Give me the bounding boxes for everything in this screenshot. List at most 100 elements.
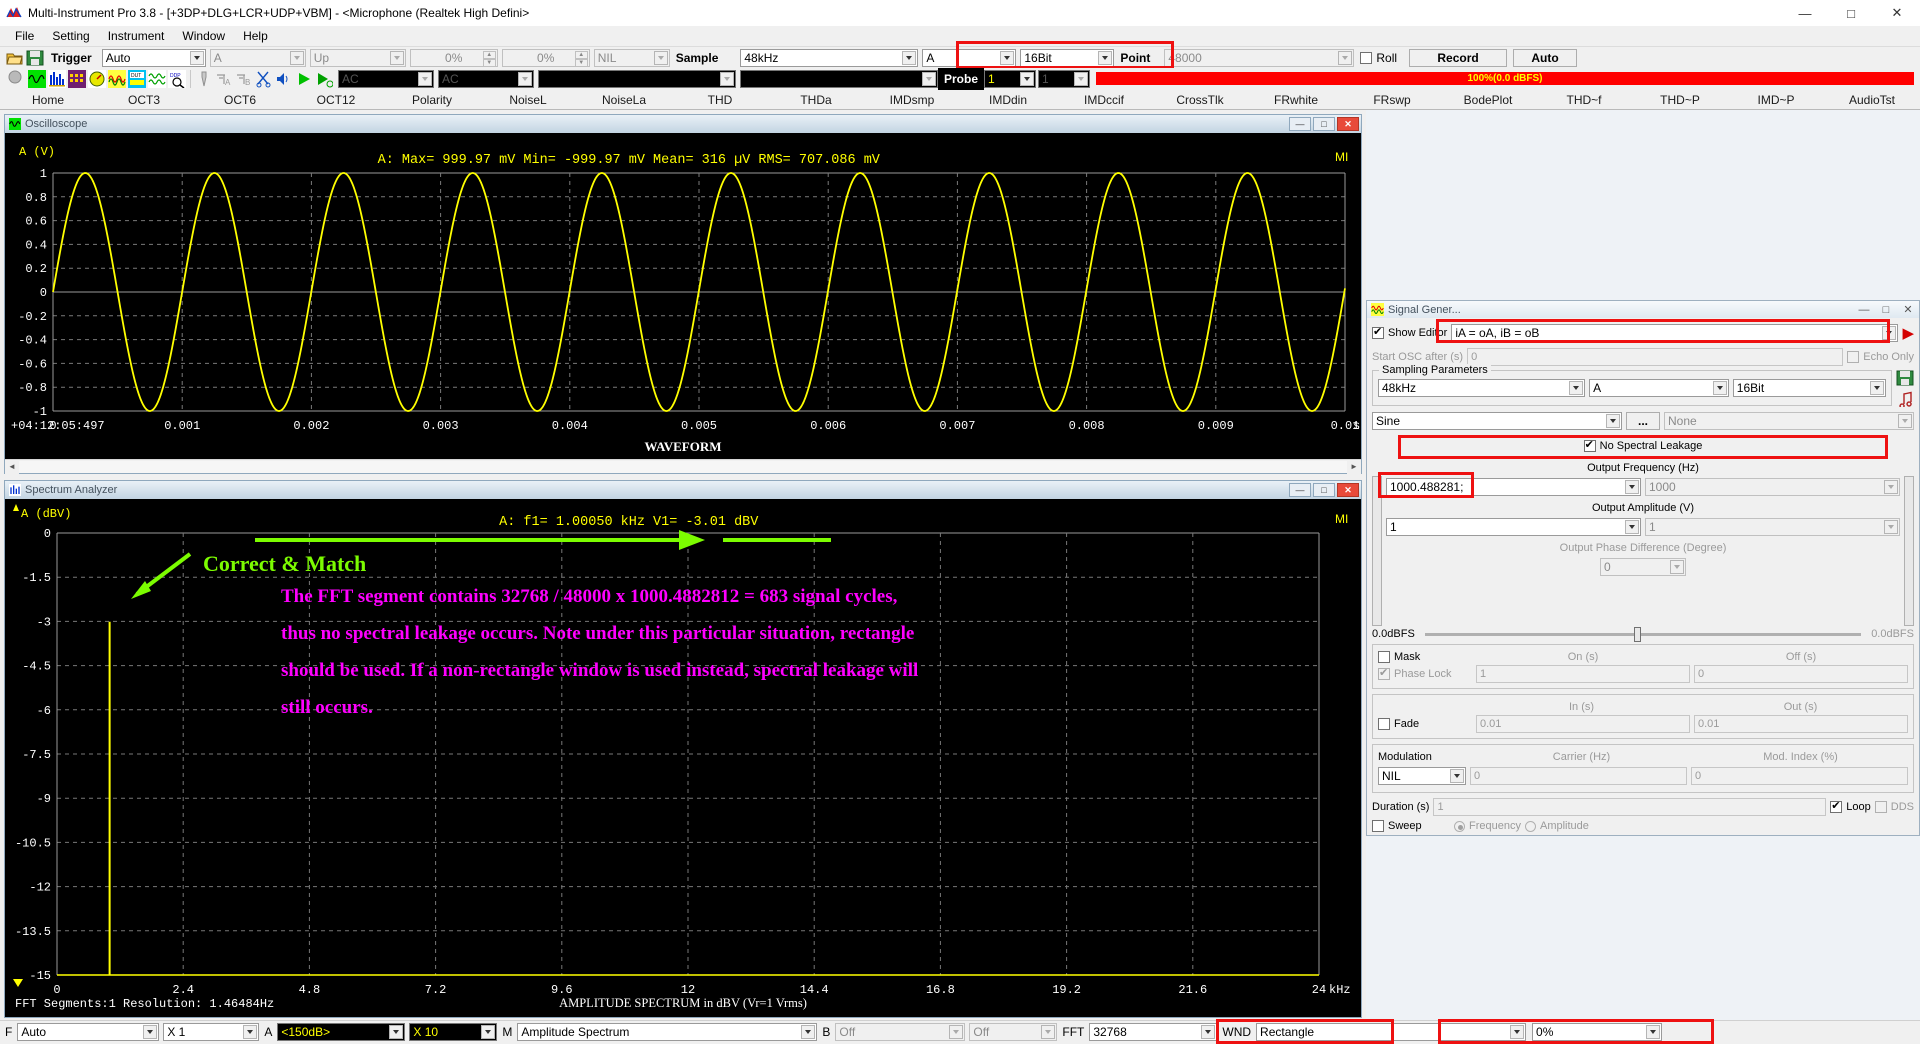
oscilloscope-minimize-button[interactable]: — bbox=[1289, 117, 1311, 131]
chevron-down-icon[interactable] bbox=[390, 51, 404, 65]
probe-icon[interactable] bbox=[195, 70, 213, 88]
chevron-down-icon[interactable] bbox=[1510, 1025, 1524, 1039]
echo-only-checkbox[interactable] bbox=[1847, 351, 1859, 363]
chevron-down-icon[interactable] bbox=[902, 51, 916, 65]
status-fft-select[interactable]: 32768 bbox=[1089, 1023, 1217, 1041]
dds-checkbox[interactable] bbox=[1875, 801, 1887, 813]
chevron-down-icon[interactable] bbox=[1201, 1025, 1215, 1039]
spectrum-plot[interactable]: A: f1= 1.00050 kHz V1= -3.01 dBVA (dBV)M… bbox=[5, 499, 1361, 1017]
waveform-file-select[interactable]: None bbox=[1664, 412, 1914, 430]
tab-audiotst[interactable]: AudioTst bbox=[1824, 90, 1920, 110]
fade-checkbox[interactable] bbox=[1378, 718, 1390, 730]
chevron-down-icon[interactable] bbox=[1713, 381, 1727, 395]
input-a-select[interactable] bbox=[538, 70, 736, 88]
point-select[interactable]: 48000 bbox=[1164, 49, 1354, 67]
chevron-down-icon[interactable] bbox=[1606, 414, 1620, 428]
chevron-down-icon[interactable] bbox=[1041, 1025, 1055, 1039]
radio-icon[interactable] bbox=[1454, 821, 1465, 832]
spectrum-restore-button[interactable]: □ bbox=[1313, 483, 1335, 497]
oscilloscope-plot[interactable]: A: Max= 999.97 mV Min= -999.97 mV Mean= … bbox=[5, 133, 1361, 459]
start-osc-input[interactable]: 0 bbox=[1467, 348, 1843, 366]
duration-input[interactable]: 1 bbox=[1433, 798, 1826, 816]
chevron-down-icon[interactable] bbox=[1882, 326, 1896, 340]
trigger-delay-stepper[interactable]: 0% ▲▼ bbox=[502, 49, 590, 67]
music-note-icon[interactable] bbox=[1896, 391, 1914, 410]
tab-oct12[interactable]: OCT12 bbox=[288, 90, 384, 110]
output-phase-select[interactable]: 0 bbox=[1600, 558, 1686, 576]
chevron-down-icon[interactable] bbox=[949, 1025, 963, 1039]
sweep-amplitude-radio[interactable]: Amplitude bbox=[1525, 820, 1589, 832]
fade-in-input[interactable]: 0.01 bbox=[1476, 715, 1690, 733]
tab-bodeplot[interactable]: BodePlot bbox=[1440, 90, 1536, 110]
output-level-slider-left[interactable] bbox=[1372, 476, 1382, 626]
output-frequency-b-select[interactable]: 1000 bbox=[1645, 478, 1900, 496]
chevron-down-icon[interactable] bbox=[190, 51, 204, 65]
chevron-down-icon[interactable] bbox=[801, 1025, 815, 1039]
chevron-down-icon[interactable] bbox=[290, 51, 304, 65]
spinner-arrows-icon[interactable]: ▲▼ bbox=[575, 51, 588, 65]
scroll-left-icon[interactable]: ◄ bbox=[5, 460, 19, 474]
sg-close-button[interactable]: ✕ bbox=[1897, 303, 1919, 316]
close-button[interactable]: ✕ bbox=[1874, 0, 1920, 26]
status-a-select[interactable]: <150dB> bbox=[277, 1023, 405, 1041]
chevron-down-icon[interactable] bbox=[1884, 480, 1898, 494]
roll-checkbox[interactable]: Roll bbox=[1354, 47, 1403, 68]
chevron-down-icon[interactable] bbox=[418, 72, 432, 86]
chevron-down-icon[interactable] bbox=[1870, 381, 1884, 395]
waveform-browse-button[interactable]: ... bbox=[1626, 412, 1660, 430]
trigger-channel-select[interactable]: A bbox=[210, 49, 306, 67]
status-wnd-select[interactable]: Rectangle bbox=[1256, 1023, 1526, 1041]
routing-select[interactable]: iA = oA, iB = oB bbox=[1451, 324, 1898, 342]
output-level-slider-right[interactable] bbox=[1904, 476, 1914, 626]
tab-imddin[interactable]: IMDdin bbox=[960, 90, 1056, 110]
menu-file[interactable]: File bbox=[6, 26, 43, 46]
play-triangle-icon[interactable]: ▶ bbox=[1902, 326, 1914, 341]
output-amplitude-b-select[interactable]: 1 bbox=[1645, 518, 1900, 536]
oscilloscope-icon[interactable] bbox=[28, 70, 46, 88]
sweep-checkbox[interactable] bbox=[1372, 820, 1384, 832]
tab-oct6[interactable]: OCT6 bbox=[192, 90, 288, 110]
menu-instrument[interactable]: Instrument bbox=[99, 26, 174, 46]
status-b2-select[interactable]: Off bbox=[969, 1023, 1057, 1041]
play-icon[interactable] bbox=[295, 70, 313, 88]
tab-noisela[interactable]: NoiseLa bbox=[576, 90, 672, 110]
checkbox-icon[interactable] bbox=[1360, 52, 1372, 64]
chevron-down-icon[interactable] bbox=[1670, 560, 1684, 574]
open-folder-icon[interactable] bbox=[6, 49, 24, 67]
waveform-select[interactable]: Sine bbox=[1372, 412, 1622, 430]
ground-b-icon[interactable]: B bbox=[235, 70, 253, 88]
chevron-down-icon[interactable] bbox=[389, 1025, 403, 1039]
scroll-right-icon[interactable]: ► bbox=[1347, 460, 1361, 474]
tab-home[interactable]: Home bbox=[0, 90, 96, 110]
chevron-down-icon[interactable] bbox=[1569, 381, 1583, 395]
record-dot-icon[interactable] bbox=[8, 70, 26, 88]
phase-lock-off-input[interactable]: 0 bbox=[1694, 665, 1908, 683]
save-disk-icon[interactable] bbox=[26, 49, 44, 67]
chevron-down-icon[interactable] bbox=[1020, 72, 1034, 86]
record-button[interactable]: Record bbox=[1409, 49, 1507, 67]
maximize-button[interactable]: □ bbox=[1828, 0, 1874, 26]
show-editor-checkbox[interactable] bbox=[1372, 327, 1384, 339]
chevron-down-icon[interactable] bbox=[1000, 51, 1014, 65]
chevron-down-icon[interactable] bbox=[1625, 480, 1639, 494]
coupling-a-select[interactable]: AC bbox=[338, 70, 434, 88]
tab-frswp[interactable]: FRswp bbox=[1344, 90, 1440, 110]
sg-sampling-rate-select[interactable]: 48kHz bbox=[1378, 379, 1585, 397]
trigger-filter-select[interactable]: NIL bbox=[594, 49, 670, 67]
menu-help[interactable]: Help bbox=[234, 26, 277, 46]
tab-thd[interactable]: THD bbox=[672, 90, 768, 110]
status-x-select[interactable]: X 1 bbox=[163, 1023, 259, 1041]
sweep-frequency-radio[interactable]: Frequency bbox=[1454, 820, 1521, 832]
signal-generator-icon[interactable] bbox=[108, 70, 126, 88]
tab-thd-f[interactable]: THD~f bbox=[1536, 90, 1632, 110]
chevron-down-icon[interactable] bbox=[922, 72, 936, 86]
spectrum-analyzer-icon[interactable] bbox=[48, 70, 66, 88]
trigger-mode-select[interactable]: Auto bbox=[102, 49, 206, 67]
tab-thda[interactable]: THDa bbox=[768, 90, 864, 110]
chevron-down-icon[interactable] bbox=[1074, 72, 1088, 86]
trigger-level-stepper[interactable]: 0% ▲▼ bbox=[410, 49, 498, 67]
status-b-select[interactable]: Off bbox=[835, 1023, 965, 1041]
fade-out-input[interactable]: 0.01 bbox=[1694, 715, 1908, 733]
lcr-meter-icon[interactable] bbox=[148, 70, 166, 88]
sampling-rate-select[interactable]: 48kHz bbox=[740, 49, 918, 67]
